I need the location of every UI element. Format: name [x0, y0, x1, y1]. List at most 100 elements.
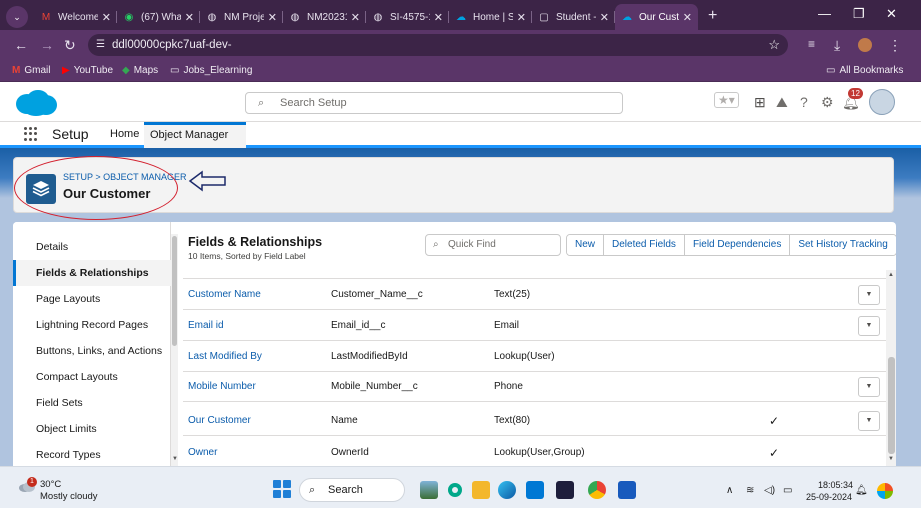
back-icon[interactable]: ←	[14, 37, 28, 53]
sidebar-item[interactable]: Record Types	[13, 442, 171, 466]
close-tab-icon[interactable]: ✕	[600, 11, 609, 24]
field-dependencies-button[interactable]: Field Dependencies	[684, 235, 791, 255]
address-bar[interactable]: ☰ ddl00000cpkc7uaf-dev-ed.develop.lightn…	[88, 34, 788, 73]
download-icon[interactable]: ⤓	[834, 37, 840, 54]
sidebar-item[interactable]: Object Limits	[13, 416, 171, 442]
bookmark-jobs-elearning[interactable]: ▭ Jobs_Elearning	[170, 65, 252, 76]
deleted-fields-button[interactable]: Deleted Fields	[604, 235, 685, 255]
sidebar-item[interactable]: Details	[13, 234, 171, 260]
tab-search-chevron-icon[interactable]: ⌄	[6, 6, 28, 28]
wifi-icon[interactable]: ≋	[746, 485, 754, 496]
site-info-icon[interactable]: ☰	[96, 34, 105, 56]
browser-tab[interactable]: ▢ Student - ✕	[532, 4, 615, 30]
bookmark-star-icon[interactable]: ☆	[768, 34, 780, 56]
row-actions-dropdown-icon[interactable]: ▼	[858, 377, 880, 397]
table-row: Owner OwnerId Lookup(User,Group) ✓	[183, 438, 886, 466]
browser-tab[interactable]: M Welcome t ✕	[34, 4, 117, 30]
browser-tab[interactable]: ◍ SI-4575-1 ✕	[366, 4, 449, 30]
field-label-link[interactable]: Mobile Number	[188, 372, 256, 402]
clock-date[interactable]: 25-09-2024	[806, 492, 852, 502]
reload-icon[interactable]: ↻	[64, 37, 76, 54]
nav-tab-home[interactable]: Home	[104, 122, 145, 148]
sidebar-item[interactable]: Compact Layouts	[13, 364, 171, 390]
sidebar-item[interactable]: Lightning Record Pages	[13, 312, 171, 338]
quick-find-input[interactable]: ⌕ Quick Find	[425, 234, 561, 256]
browser-tab[interactable]: ☁ Our Custo ✕	[615, 4, 698, 30]
sidebar-item[interactable]: Fields & Relationships	[13, 260, 171, 286]
trailhead-icon[interactable]: ⛰	[776, 94, 788, 111]
close-tab-icon[interactable]: ✕	[185, 11, 194, 24]
folder-icon: ▭	[826, 65, 836, 76]
widgets-icon[interactable]	[420, 481, 438, 499]
scroll-down-icon[interactable]: ▼	[172, 456, 178, 462]
set-history-tracking-button[interactable]: Set History Tracking	[790, 235, 896, 255]
copilot-icon[interactable]	[446, 481, 464, 499]
sidebar-scroll-thumb[interactable]	[172, 236, 177, 346]
nav-tab-object-manager[interactable]: Object Manager ⌄	[144, 122, 246, 160]
field-label-link[interactable]: Customer Name	[188, 280, 261, 310]
close-tab-icon[interactable]: ✕	[102, 11, 111, 24]
close-tab-icon[interactable]: ✕	[268, 11, 277, 24]
browser-menu-icon[interactable]: ⋮	[888, 37, 902, 54]
media-controls-icon[interactable]: ≡	[808, 37, 815, 51]
scroll-down-icon[interactable]: ▼	[888, 456, 894, 462]
browser-tab[interactable]: ☁ Home | Sa ✕	[449, 4, 532, 30]
scroll-up-icon[interactable]: ▲	[888, 272, 894, 278]
browser-tab[interactable]: ◉ (67) What ✕	[117, 4, 200, 30]
field-label-link[interactable]: Last Modified By	[188, 342, 262, 372]
row-actions-dropdown-icon[interactable]: ▼	[858, 285, 880, 305]
chrome-icon[interactable]	[588, 481, 606, 499]
global-actions-icon[interactable]: ⊞	[754, 94, 766, 111]
weather-description[interactable]: Mostly cloudy	[40, 491, 98, 502]
copilot-app-icon[interactable]	[877, 483, 893, 499]
close-tab-icon[interactable]: ✕	[351, 11, 360, 24]
sidebar-item[interactable]: Field Sets	[13, 390, 171, 416]
new-tab-button[interactable]: +	[708, 4, 717, 30]
restore-button[interactable]: ❐	[853, 6, 865, 22]
profile-avatar[interactable]	[858, 38, 872, 52]
user-avatar[interactable]	[869, 89, 895, 115]
help-icon[interactable]: ?	[800, 94, 808, 110]
close-window-button[interactable]: ✕	[886, 6, 897, 22]
new-field-button[interactable]: New	[567, 235, 605, 255]
minimize-button[interactable]: —	[818, 6, 831, 21]
volume-icon[interactable]: ◁)	[764, 485, 775, 496]
search-setup-input[interactable]: ⌕ Search Setup	[245, 92, 623, 114]
all-bookmarks[interactable]: ▭ All Bookmarks	[826, 65, 903, 76]
bookmark-gmail[interactable]: M Gmail	[12, 65, 50, 76]
row-actions-dropdown-icon[interactable]: ▼	[858, 411, 880, 431]
taskbar-search[interactable]: ⌕ Search	[299, 478, 405, 502]
sidebar-item[interactable]: Buttons, Links, and Actions	[13, 338, 171, 364]
battery-icon[interactable]: ▭	[783, 485, 792, 496]
clock-time[interactable]: 18:05:34	[818, 480, 853, 490]
table-scroll-thumb[interactable]	[888, 357, 895, 454]
browser-tab[interactable]: ◍ NM20231 ✕	[283, 4, 366, 30]
close-tab-icon[interactable]: ✕	[434, 11, 443, 24]
windows-start-icon[interactable]	[273, 480, 291, 498]
close-tab-icon[interactable]: ✕	[517, 11, 526, 24]
forward-icon[interactable]: →	[40, 37, 54, 53]
store-icon[interactable]	[526, 481, 544, 499]
bookmark-maps[interactable]: ◆ Maps	[122, 65, 158, 76]
favorites-star-icon[interactable]: ★▾	[714, 92, 739, 108]
salesforce-icon: ☁	[622, 11, 632, 23]
weather-temperature[interactable]: 30°C	[40, 479, 61, 490]
app-launcher-icon[interactable]	[24, 127, 38, 141]
salesforce-logo[interactable]	[14, 89, 58, 117]
field-label-link[interactable]: Email id	[188, 311, 224, 341]
browser-tab[interactable]: ◍ NM Projec ✕	[200, 4, 283, 30]
bookmark-youtube[interactable]: ▶ YouTube	[62, 65, 113, 76]
word-icon[interactable]	[618, 481, 636, 499]
terminal-icon[interactable]	[556, 481, 574, 499]
notification-bell-icon[interactable]: 🔔︎	[855, 485, 868, 496]
row-actions-dropdown-icon[interactable]: ▼	[858, 316, 880, 336]
edge-icon[interactable]	[498, 481, 516, 499]
table-divider	[183, 278, 886, 279]
sidebar-item[interactable]: Page Layouts	[13, 286, 171, 312]
setup-gear-icon[interactable]: ⚙	[821, 94, 834, 111]
tray-chevron-up-icon[interactable]: ∧	[726, 485, 733, 496]
file-explorer-icon[interactable]	[472, 481, 490, 499]
close-tab-icon[interactable]: ✕	[683, 11, 692, 24]
field-label-link[interactable]: Owner	[188, 438, 217, 466]
field-label-link[interactable]: Our Customer	[188, 406, 251, 436]
